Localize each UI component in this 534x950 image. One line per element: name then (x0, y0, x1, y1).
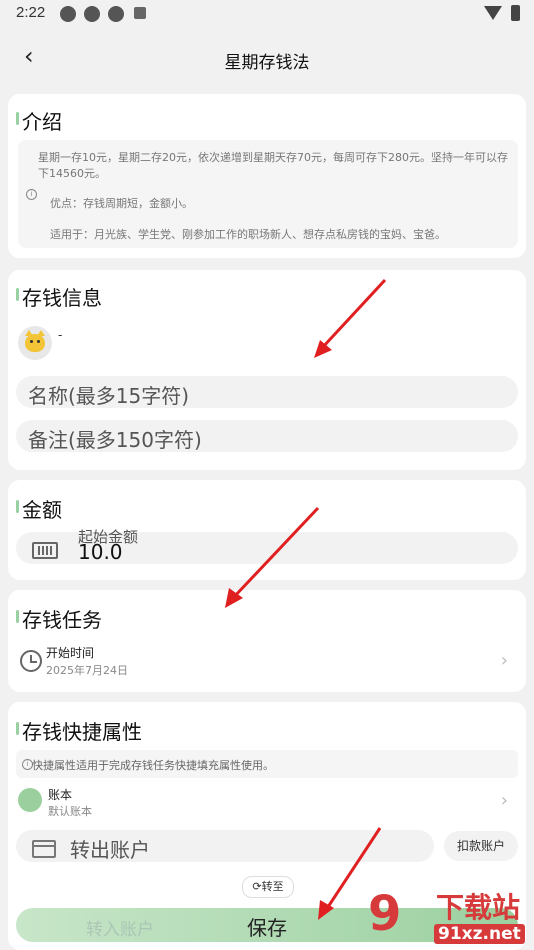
deduct-account-button[interactable]: 扣款账户 (444, 831, 518, 861)
amount-card: 金额 起始金额 10.0 (8, 480, 526, 580)
transfer-chip[interactable]: ⟳转至 (242, 876, 294, 898)
status-bar: 2:22 (0, 0, 534, 28)
account-label: 账本 (48, 788, 73, 802)
out-account-input[interactable]: 转出账户 (16, 830, 434, 862)
battery-icon (511, 5, 520, 21)
money-icon (32, 542, 58, 559)
note-input[interactable]: 备注(最多150字符) (16, 420, 518, 452)
app-header: ‹ 星期存钱法 (0, 30, 534, 90)
start-time-label: 开始时间 (46, 646, 95, 660)
out-account-label: 转出账户 (70, 838, 150, 862)
shortcut-title: 存钱快捷属性 (16, 716, 142, 745)
amount-title: 金额 (16, 494, 62, 523)
notification-icon (60, 6, 76, 22)
start-time-value: 2025年7月24日 (46, 664, 128, 677)
page-title: 星期存钱法 (224, 53, 310, 73)
amount-value: 10.0 (78, 540, 123, 564)
chevron-right-icon: › (500, 790, 508, 811)
name-input[interactable]: 名称(最多15字符) (16, 376, 518, 408)
task-card: 存钱任务 开始时间 2025年7月24日 › (8, 590, 526, 692)
watermark-mark: 9 (368, 886, 402, 942)
amount-input[interactable]: 起始金额 10.0 (16, 528, 518, 564)
shortcut-tip: 快捷属性适用于完成存钱任务快捷填充属性使用。 (32, 759, 274, 772)
intro-pros: 优点：存钱周期短，金额小。 (50, 197, 193, 210)
status-time: 2:22 (16, 4, 46, 21)
name-placeholder: 名称(最多15字符) (28, 384, 190, 408)
wifi-icon (484, 6, 502, 20)
app-icon (134, 7, 146, 19)
card-icon (32, 840, 56, 858)
transfer-label: 转至 (261, 880, 284, 893)
cat-avatar-icon[interactable] (18, 326, 52, 360)
watermark-url: 91xz.net (434, 924, 525, 944)
intro-title: 介绍 (16, 106, 62, 135)
avatar-label: - (58, 328, 63, 342)
account-icon (18, 788, 42, 812)
chevron-right-icon: › (500, 650, 508, 671)
intro-desc: 星期一存10元，星期二存20元，依次递增到星期天存70元，每周可存下280元。坚… (38, 151, 508, 180)
info-icon: i (26, 189, 37, 200)
account-value: 默认账本 (48, 805, 92, 818)
saving-info-title: 存钱信息 (16, 282, 102, 311)
saving-info-card: 存钱信息 - 名称(最多15字符) 备注(最多150字符) (8, 270, 526, 470)
intro-box: 星期一存10元，星期二存20元，依次递增到星期天存70元，每周可存下280元。坚… (18, 140, 518, 248)
notification-icon (108, 6, 124, 22)
transfer-icon: ⟳ (252, 880, 262, 893)
watermark-text: 下载站 (436, 891, 521, 924)
notification-icon (84, 6, 100, 22)
task-title: 存钱任务 (16, 604, 102, 633)
note-placeholder: 备注(最多150字符) (28, 428, 202, 452)
shortcut-tip-box: i 快捷属性适用于完成存钱任务快捷填充属性使用。 (16, 750, 518, 778)
intro-apply: 适用于：月光族、学生党、刚参加工作的职场新人、想存点私房钱的宝妈、宝爸。 (50, 228, 446, 241)
clock-icon (20, 650, 42, 672)
intro-card: 介绍 星期一存10元，星期二存20元，依次递增到星期天存70元，每周可存下280… (8, 94, 526, 258)
watermark-logo: 9 下载站 91xz.net (360, 880, 534, 950)
